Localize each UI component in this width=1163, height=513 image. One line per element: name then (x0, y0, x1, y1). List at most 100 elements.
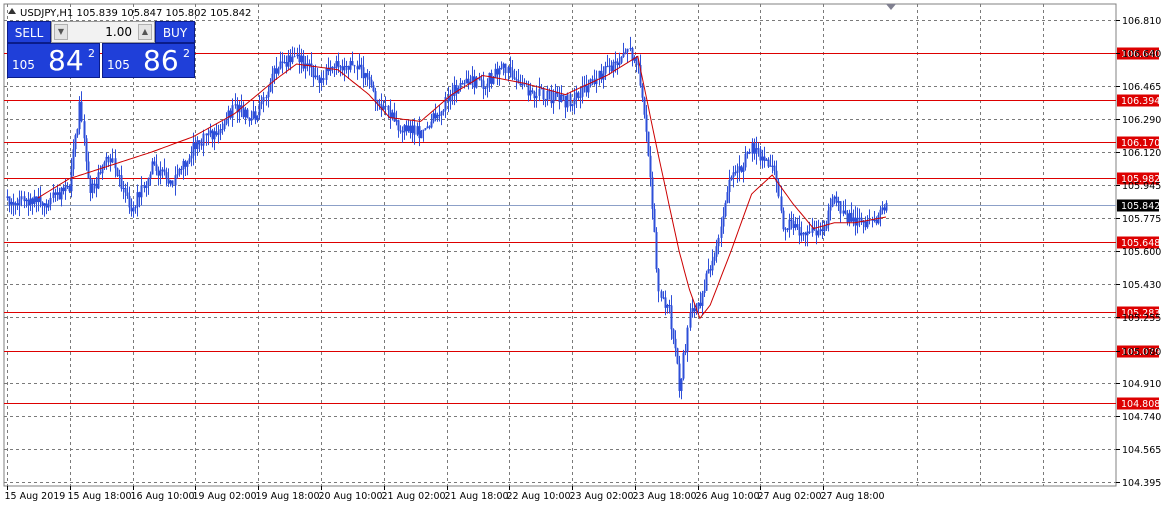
candle-body (606, 66, 609, 68)
candle-body (504, 63, 507, 74)
candle-body (401, 131, 404, 133)
candle-body (682, 352, 685, 379)
candle-body (302, 55, 305, 69)
candle-body (529, 90, 532, 96)
candle-body (12, 201, 15, 205)
candle-body (275, 68, 278, 74)
candle-body (153, 161, 156, 165)
candle-body (25, 199, 28, 202)
candle-body (31, 198, 34, 204)
candle-body (693, 308, 696, 312)
candle-body (262, 97, 265, 102)
candle-body (653, 208, 656, 233)
candle-body (873, 219, 876, 221)
candle-body (6, 196, 9, 198)
candle-body (676, 348, 679, 364)
candle-body (784, 228, 787, 230)
candle-body (622, 53, 625, 57)
candle-body (786, 228, 789, 230)
candle-body (502, 63, 505, 68)
candle-body (145, 185, 148, 189)
candle-body (575, 92, 578, 99)
candle-body (138, 192, 141, 198)
candle-body (87, 161, 90, 179)
candle-body (182, 160, 185, 170)
candle-body (366, 73, 369, 77)
candle-body (730, 176, 733, 180)
lot-size-input[interactable]: 1.00 (70, 22, 136, 42)
candle-body (571, 104, 574, 107)
candle-body (604, 66, 607, 74)
candle-body (211, 130, 214, 140)
candle-body (356, 66, 359, 70)
candle-body (507, 67, 510, 74)
candle-body (320, 78, 323, 83)
candle-body (43, 203, 46, 206)
candle-body (349, 61, 352, 70)
candle-body (513, 77, 516, 80)
candle-body (535, 95, 538, 99)
candle-body (835, 196, 838, 203)
candle-body (701, 293, 704, 306)
candle-body (453, 85, 456, 96)
candle-body (773, 165, 776, 171)
candle-body (800, 232, 803, 236)
candle-body (566, 94, 569, 108)
candle-body (866, 220, 869, 228)
candle-body (35, 196, 38, 203)
candle-body (734, 172, 737, 174)
candle-body (647, 131, 650, 156)
buy-price-button[interactable]: 105 86 2 (102, 43, 195, 78)
candle-body (58, 192, 61, 200)
sell-button[interactable]: SELL (7, 21, 51, 43)
candle-body (837, 201, 840, 203)
y-tick-label: 104.565 (1122, 445, 1161, 456)
x-tick-label: 16 Aug 10:00 (131, 491, 195, 502)
candle-body (300, 55, 303, 63)
candle-body (660, 291, 663, 298)
candle-body (374, 91, 377, 101)
lot-increase-icon[interactable]: ▲ (138, 24, 152, 40)
candle-body (788, 219, 791, 230)
candle-body (165, 172, 168, 179)
candle-body (771, 165, 774, 167)
candle-body (196, 140, 199, 150)
lot-size-stepper[interactable]: ▼ 1.00 ▲ (51, 21, 155, 43)
candle-body (759, 149, 762, 161)
x-tick-label: 15 Aug 18:00 (68, 491, 132, 502)
candle-body (802, 232, 805, 234)
candle-body (883, 207, 886, 211)
candle-body (70, 169, 73, 192)
candle-body (798, 226, 801, 236)
candle-body (47, 204, 50, 208)
candle-body (169, 180, 172, 184)
candle-body (74, 135, 77, 150)
candle-body (221, 129, 224, 131)
candle-body (16, 203, 19, 206)
candle-body (527, 84, 530, 96)
candle-body (689, 312, 692, 328)
candle-body (120, 175, 123, 189)
candle-body (763, 156, 766, 161)
candle-body (39, 196, 42, 203)
candle-body (753, 143, 756, 154)
candle-body (796, 224, 799, 227)
candle-body (666, 304, 669, 308)
candle-body (372, 85, 375, 92)
candle-body (397, 120, 400, 131)
sell-price-button[interactable]: 105 84 2 (7, 43, 100, 78)
chart-window[interactable]: 106.640 106.394 106.170 105.982 105.648 105.2… (0, 0, 1163, 509)
candle-body (643, 97, 646, 115)
candle-body (178, 168, 181, 175)
candle-body (231, 105, 234, 118)
level-label: 106.394 (1121, 96, 1160, 107)
candle-body (558, 93, 561, 103)
sell-price-point: 2 (88, 47, 95, 60)
candle-body (403, 125, 406, 133)
candle-body (629, 48, 632, 50)
lot-decrease-icon[interactable]: ▼ (54, 24, 68, 40)
candle-body (285, 62, 288, 67)
buy-button[interactable]: BUY (155, 21, 195, 43)
candle-body (407, 125, 410, 132)
candle-body (672, 329, 675, 339)
